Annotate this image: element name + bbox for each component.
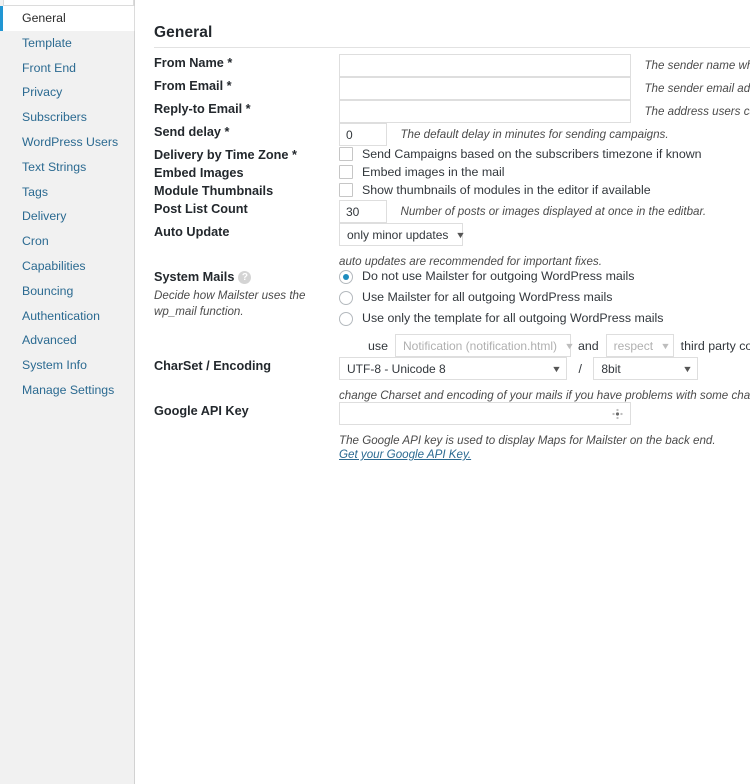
form-row-delivery-time-zone: Delivery by Time Zone * Send Campaigns b… bbox=[154, 146, 750, 164]
sidebar-item-bouncing[interactable]: Bouncing bbox=[0, 279, 134, 304]
module-thumbnails-checkbox[interactable] bbox=[339, 183, 353, 197]
auto-update-description: auto updates are recommended for importa… bbox=[339, 255, 602, 268]
settings-sidebar: General Template Front End Privacy Subscribe… bbox=[0, 0, 135, 784]
chevron-down-icon: ▼ bbox=[660, 340, 671, 351]
system-mails-prefix-word: use bbox=[368, 338, 388, 353]
system-mails-option-1-label: Use Mailster for all outgoing WordPress … bbox=[362, 290, 613, 304]
form-row-charset-encoding: CharSet / Encoding UTF-8 - Unicode 8 ▼ /… bbox=[154, 357, 750, 402]
system-mails-template-select[interactable]: Notification (notification.html) ▼ bbox=[394, 334, 575, 357]
reply-to-email-label: Reply-to Email * bbox=[154, 102, 251, 116]
system-mails-option-2-label: Use only the template for all outgoing W… bbox=[362, 311, 664, 325]
auto-update-select[interactable]: only minor updates ▼ bbox=[339, 223, 467, 246]
auto-update-label: Auto Update bbox=[154, 225, 230, 239]
google-api-key-link[interactable]: Get your Google API Key. bbox=[339, 448, 471, 461]
sidebar-item-text-strings[interactable]: Text Strings bbox=[0, 155, 134, 180]
form-row-google-api-key: Google API Key The Google API key is use… bbox=[154, 402, 750, 461]
system-mails-radio-1[interactable] bbox=[339, 291, 353, 305]
system-mails-radio-2[interactable] bbox=[339, 312, 353, 326]
from-name-input[interactable] bbox=[339, 54, 631, 77]
settings-page: General Template Front End Privacy Subscribe… bbox=[0, 0, 750, 784]
form-row-module-thumbnails: Module Thumbnails Show thumbnails of mod… bbox=[154, 182, 750, 200]
embed-images-checkbox-label: Embed images in the mail bbox=[362, 165, 505, 179]
sidebar-item-template[interactable]: Template bbox=[0, 31, 134, 56]
embed-images-checkbox[interactable] bbox=[339, 165, 353, 179]
form-row-reply-to-email: Reply-to Email * The address users can r… bbox=[154, 100, 750, 123]
post-list-count-description: Number of posts or images displayed at o… bbox=[400, 205, 707, 218]
sidebar-item-advanced[interactable]: Advanced bbox=[0, 328, 134, 353]
system-mails-option-1[interactable]: Use Mailster for all outgoing WordPress … bbox=[339, 289, 750, 306]
system-mails-radio-0[interactable] bbox=[339, 270, 353, 284]
system-mails-template-selected-value: Notification (notification.html) bbox=[402, 338, 558, 353]
system-mails-middle-word: and bbox=[577, 338, 599, 353]
sidebar-item-wordpress-users[interactable]: WordPress Users bbox=[0, 130, 134, 155]
charset-encoding-label: CharSet / Encoding bbox=[154, 359, 272, 373]
system-mails-option-0-label: Do not use Mailster for outgoing WordPre… bbox=[362, 269, 635, 283]
question-mark-icon[interactable]: ? bbox=[238, 271, 252, 284]
sidebar-item-front-end[interactable]: Front End bbox=[0, 56, 134, 81]
system-mails-suffix-word: third party content ty bbox=[680, 338, 750, 353]
general-settings-form: From Name * The sender name which From E… bbox=[154, 54, 750, 461]
send-delay-input[interactable] bbox=[339, 123, 387, 146]
sidebar-item-manage-settings[interactable]: Manage Settings bbox=[0, 378, 134, 403]
charset-select[interactable]: UTF-8 - Unicode 8 ▼ bbox=[339, 357, 567, 380]
google-api-key-description: The Google API key is used to display Ma… bbox=[339, 434, 716, 447]
charset-encoding-separator: / bbox=[578, 361, 582, 376]
chevron-down-icon: ▼ bbox=[682, 363, 694, 374]
sidebar-item-cron[interactable]: Cron bbox=[0, 229, 134, 254]
from-name-description: The sender name which bbox=[644, 59, 750, 72]
from-email-description: The sender email addres bbox=[644, 82, 750, 95]
form-row-send-delay: Send delay * The default delay in minute… bbox=[154, 123, 750, 146]
post-list-count-label: Post List Count bbox=[154, 202, 248, 216]
system-mails-option-2[interactable]: Use only the template for all outgoing W… bbox=[339, 310, 750, 327]
chevron-down-icon: ▼ bbox=[551, 363, 562, 374]
page-title: General bbox=[154, 24, 213, 41]
form-row-from-name: From Name * The sender name which bbox=[154, 54, 750, 77]
form-row-from-email: From Email * The sender email addres bbox=[154, 77, 750, 100]
system-mails-label-description: Decide how Mailster uses the wp_mail fun… bbox=[154, 289, 306, 318]
google-api-key-input[interactable] bbox=[339, 402, 631, 425]
charset-selected-value: UTF-8 - Unicode 8 bbox=[347, 361, 446, 376]
reply-to-email-description: The address users can re bbox=[644, 105, 750, 118]
embed-images-label: Embed Images bbox=[154, 166, 244, 180]
charset-encoding-description: change Charset and encoding of your mail… bbox=[339, 389, 750, 402]
sidebar-item-general[interactable]: General bbox=[0, 6, 135, 31]
from-email-input[interactable] bbox=[339, 77, 631, 100]
post-list-count-input[interactable] bbox=[339, 200, 387, 223]
sidebar-item-system-info[interactable]: System Info bbox=[0, 353, 134, 378]
system-mails-option-0[interactable]: Do not use Mailster for outgoing WordPre… bbox=[339, 268, 750, 285]
module-thumbnails-checkbox-label: Show thumbnails of modules in the editor… bbox=[362, 183, 651, 197]
encoding-select[interactable]: 8bit ▼ bbox=[593, 357, 699, 380]
form-row-auto-update: Auto Update only minor updates ▼ auto up… bbox=[154, 223, 750, 268]
encoding-selected-value: 8bit bbox=[601, 361, 621, 376]
system-mails-respect-select[interactable]: respect ▼ bbox=[605, 334, 674, 357]
module-thumbnails-label: Module Thumbnails bbox=[154, 184, 274, 198]
form-row-system-mails: System Mails? Decide how Mailster uses t… bbox=[154, 268, 750, 357]
sidebar-item-privacy[interactable]: Privacy bbox=[0, 80, 134, 105]
system-mails-template-row: use Notification (notification.html) ▼ a… bbox=[368, 334, 750, 357]
from-email-label: From Email * bbox=[154, 79, 232, 93]
google-api-key-label: Google API Key bbox=[154, 404, 249, 418]
sidebar-item-subscribers[interactable]: Subscribers bbox=[0, 105, 134, 130]
form-row-post-list-count: Post List Count Number of posts or image… bbox=[154, 200, 750, 223]
settings-main-panel: General From Name * The sender name whic… bbox=[135, 0, 750, 784]
sidebar-item-authentication[interactable]: Authentication bbox=[0, 304, 134, 329]
send-delay-description: The default delay in minutes for sending… bbox=[400, 128, 669, 141]
auto-update-selected-value: only minor updates bbox=[347, 227, 449, 242]
system-mails-label: System Mails bbox=[154, 270, 235, 284]
title-divider bbox=[154, 47, 750, 48]
send-delay-label: Send delay * bbox=[154, 125, 230, 139]
chevron-down-icon: ▼ bbox=[564, 340, 575, 351]
from-name-label: From Name * bbox=[154, 56, 233, 70]
reply-to-email-input[interactable] bbox=[339, 100, 631, 123]
sidebar-item-delivery[interactable]: Delivery bbox=[0, 204, 134, 229]
delivery-time-zone-checkbox-label: Send Campaigns based on the subscribers … bbox=[362, 147, 702, 161]
form-row-embed-images: Embed Images Embed images in the mail bbox=[154, 164, 750, 182]
delivery-time-zone-checkbox[interactable] bbox=[339, 147, 353, 161]
delivery-time-zone-label: Delivery by Time Zone * bbox=[154, 148, 297, 162]
sidebar-item-tags[interactable]: Tags bbox=[0, 180, 134, 205]
chevron-down-icon: ▼ bbox=[455, 229, 467, 240]
system-mails-respect-selected-value: respect bbox=[613, 338, 654, 353]
sidebar-item-capabilities[interactable]: Capabilities bbox=[0, 254, 134, 279]
